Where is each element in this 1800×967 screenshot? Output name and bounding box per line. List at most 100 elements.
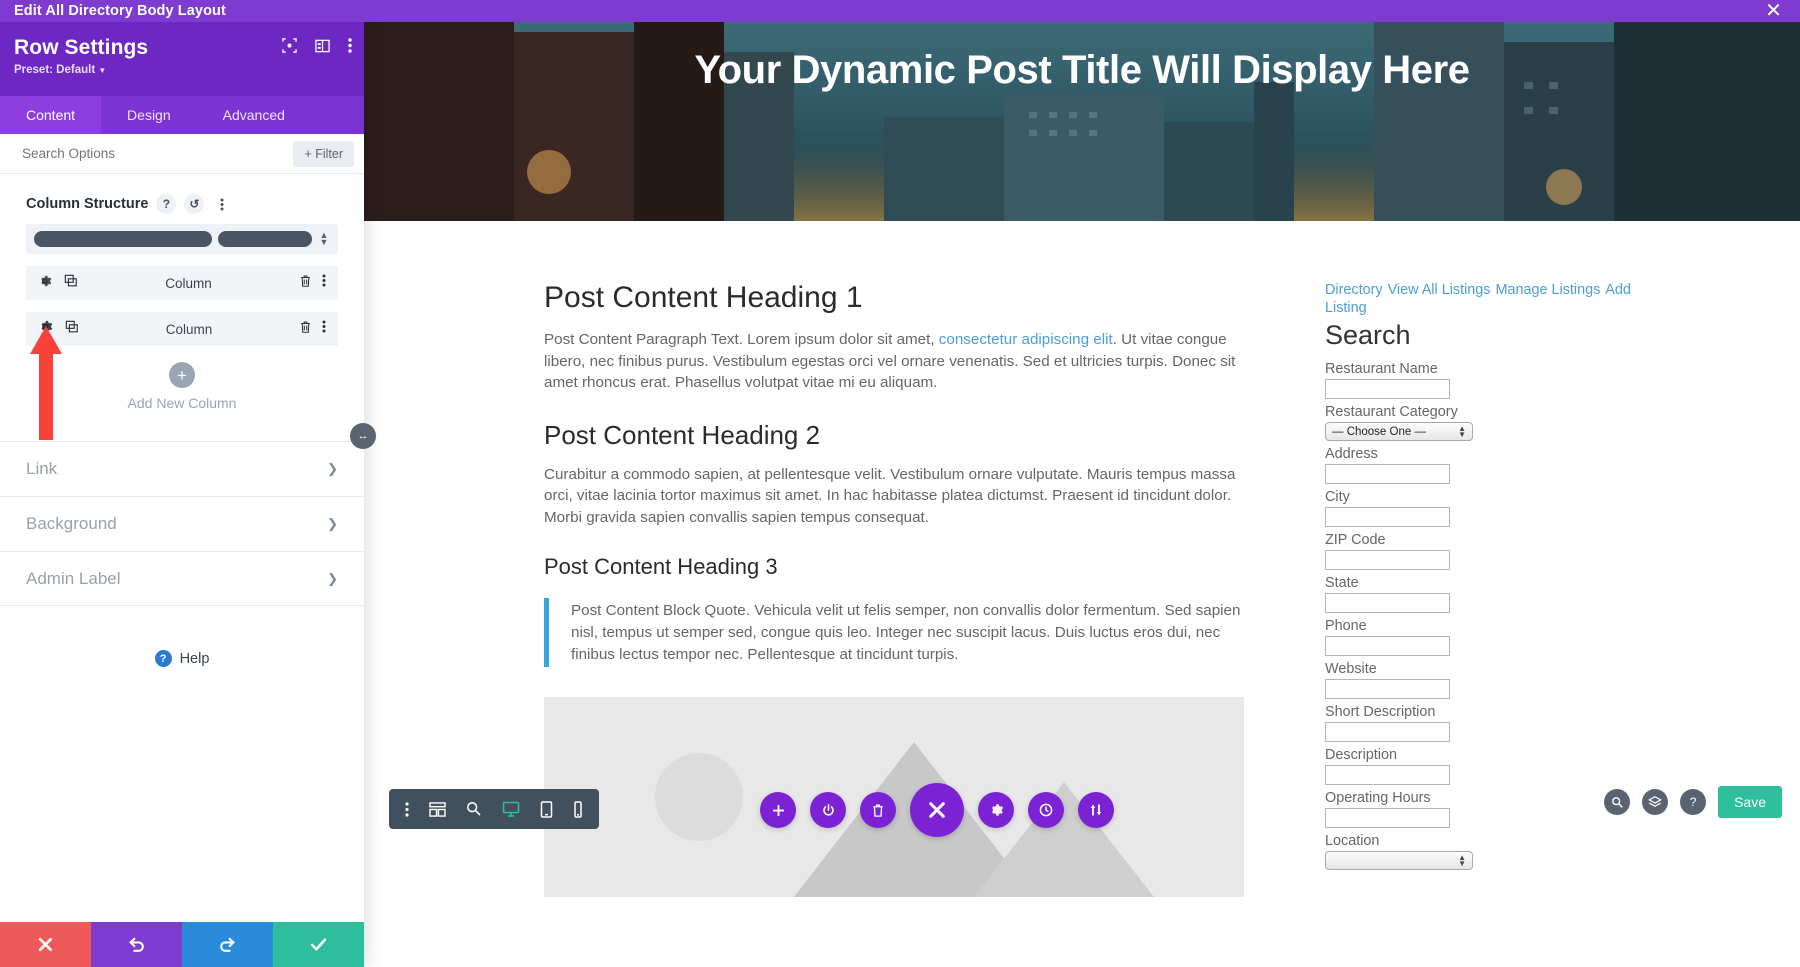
help-link[interactable]: ? Help	[0, 650, 364, 667]
nav-link-directory[interactable]: Directory	[1325, 282, 1383, 298]
close-icon	[929, 802, 945, 818]
column-row-2[interactable]: Column	[26, 312, 338, 346]
search-options-input[interactable]	[0, 146, 294, 161]
more-options-icon[interactable]	[405, 801, 409, 817]
nav-link-view-all-listings[interactable]: View All Listings	[1388, 282, 1491, 298]
trash-icon[interactable]	[299, 320, 312, 339]
layers-icon[interactable]	[1642, 789, 1669, 815]
exit-builder-button[interactable]	[910, 783, 964, 837]
column-structure-selector[interactable]: ▲ ▼	[26, 224, 338, 254]
toggle-builder-button[interactable]	[810, 792, 846, 828]
trash-icon[interactable]	[299, 274, 312, 293]
column-structure-row: Column Structure ? ↺	[0, 174, 364, 224]
field-input-zip-code[interactable]	[1325, 550, 1450, 570]
undo-icon	[129, 937, 144, 952]
more-options-icon[interactable]	[348, 38, 352, 53]
wireframe-icon[interactable]	[429, 801, 446, 817]
settings-button[interactable]	[978, 792, 1014, 828]
paragraph-1-link[interactable]: consectetur adipiscing elit	[939, 331, 1113, 348]
field-input-operating-hours[interactable]	[1325, 808, 1450, 828]
accordion-background[interactable]: Background ❯	[0, 496, 364, 551]
gear-icon	[992, 804, 1004, 816]
field-input-description[interactable]	[1325, 765, 1450, 785]
filter-button[interactable]: + Filter	[293, 140, 354, 167]
accordion-link[interactable]: Link ❯	[0, 441, 364, 496]
resize-handle[interactable]: ↔	[350, 423, 376, 449]
stepper-icon: ▲ ▼	[1458, 852, 1466, 868]
preset-selector[interactable]: Preset: Default ▼	[14, 64, 350, 76]
field-input-state[interactable]	[1325, 593, 1450, 613]
save-button[interactable]: Save	[1718, 786, 1782, 818]
field-label-restaurant-name: Restaurant Name	[1325, 361, 1438, 377]
field-select-restaurant-category[interactable]: — Choose One — ▲ ▼	[1325, 422, 1473, 441]
field-input-address[interactable]	[1325, 464, 1450, 484]
duplicate-icon[interactable]	[65, 320, 79, 339]
chevron-down-icon: ❯	[327, 461, 338, 476]
save-button[interactable]	[273, 922, 364, 967]
history-button[interactable]	[1028, 792, 1064, 828]
history-icon	[1039, 803, 1053, 817]
chevron-down-icon: ▼	[98, 66, 107, 75]
field-input-restaurant-name[interactable]	[1325, 379, 1450, 399]
column-row-2-label: Column	[165, 321, 213, 337]
field-label-description: Description	[1325, 747, 1397, 763]
accordion-admin-label[interactable]: Admin Label ❯	[0, 551, 364, 606]
portability-button[interactable]	[1078, 792, 1114, 828]
field-input-short-description[interactable]	[1325, 722, 1450, 742]
more-options-icon[interactable]	[212, 194, 232, 214]
add-module-button[interactable]	[760, 792, 796, 828]
tab-advanced[interactable]: Advanced	[197, 96, 311, 134]
field-label-zip-code: ZIP Code	[1325, 532, 1386, 548]
tablet-icon[interactable]	[540, 800, 553, 818]
select-value: — Choose One —	[1332, 425, 1426, 438]
layout-split-icon[interactable]	[315, 39, 330, 53]
post-blockquote: Post Content Block Quote. Vehicula velit…	[544, 598, 1244, 668]
post-heading-2: Post Content Heading 2	[544, 419, 821, 450]
nav-link-manage-listings[interactable]: Manage Listings	[1496, 282, 1601, 298]
cancel-button[interactable]	[0, 922, 91, 967]
help-icon[interactable]: ?	[156, 194, 177, 214]
reset-icon[interactable]: ↺	[184, 194, 205, 214]
tab-content[interactable]: Content	[0, 96, 102, 134]
field-input-phone[interactable]	[1325, 636, 1450, 656]
tab-design[interactable]: Design	[101, 96, 197, 134]
phone-icon[interactable]	[573, 800, 583, 818]
field-label-phone: Phone	[1325, 618, 1367, 634]
close-icon[interactable]: ✕	[1765, 0, 1782, 22]
sort-icon	[1090, 804, 1102, 816]
settings-accordion: Link ❯ Background ❯ Admin Label ❯	[0, 441, 364, 606]
undo-button[interactable]	[91, 922, 182, 967]
column-row-1-label: Column	[165, 275, 212, 291]
field-input-website[interactable]	[1325, 679, 1450, 699]
chevron-down-icon: ❯	[327, 516, 338, 531]
search-heading: Search	[1325, 320, 1411, 350]
structure-block-right	[218, 231, 312, 247]
redo-button[interactable]	[182, 922, 273, 967]
window-titlebar: Edit All Directory Body Layout ✕	[0, 0, 1800, 22]
more-options-icon[interactable]	[322, 274, 326, 292]
column-row-1[interactable]: Column	[26, 266, 338, 300]
gear-icon[interactable]	[38, 274, 52, 293]
post-paragraph-1: Post Content Paragraph Text. Lorem ipsum…	[544, 329, 1244, 394]
more-options-icon[interactable]	[322, 320, 326, 338]
zoom-out-icon[interactable]	[466, 801, 482, 817]
hero-title: Your Dynamic Post Title Will Display Her…	[694, 48, 1470, 92]
duplicate-icon[interactable]	[64, 274, 78, 293]
structure-stepper-icon[interactable]: ▲ ▼	[318, 231, 330, 247]
delete-button[interactable]	[860, 792, 896, 828]
help-icon: ?	[154, 650, 172, 667]
column-row-2-right-icons	[299, 320, 326, 339]
plus-icon: +	[169, 362, 195, 388]
post-paragraph-2: Curabitur a commodo sapien, at pellentes…	[544, 465, 1236, 526]
panel-tabs: Content Design Advanced	[0, 96, 364, 134]
bottom-right-controls: ? Save	[1604, 786, 1782, 818]
column-row-1-left-icons	[38, 274, 78, 293]
column-row-1-right-icons	[299, 274, 326, 293]
help-icon[interactable]: ?	[1680, 789, 1707, 815]
zoom-icon[interactable]	[1604, 789, 1631, 815]
panel-header: Row Settings Preset: Default ▼	[0, 22, 364, 96]
desktop-icon[interactable]	[502, 801, 520, 818]
field-select-location[interactable]: ▲ ▼	[1325, 851, 1473, 870]
focus-icon[interactable]	[282, 38, 297, 53]
field-input-city[interactable]	[1325, 507, 1450, 527]
